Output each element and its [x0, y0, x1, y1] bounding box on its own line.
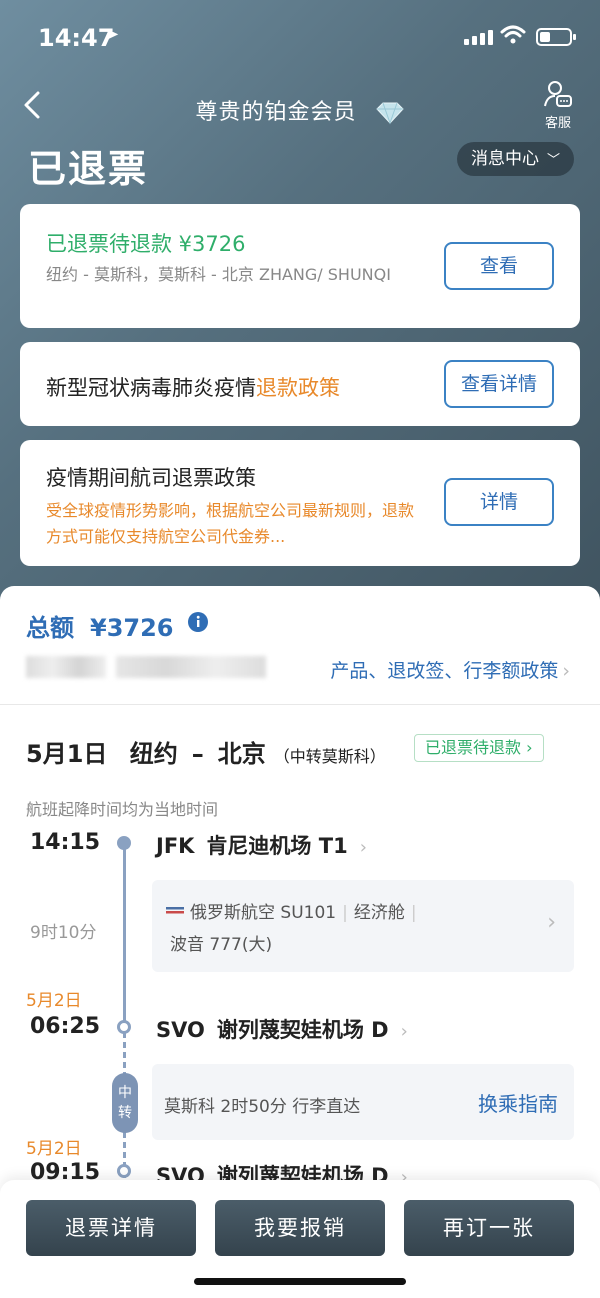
time-note: 航班起降时间均为当地时间 [26, 800, 219, 819]
wifi-icon [500, 25, 526, 44]
transfer-badge: 中转 [112, 1073, 138, 1133]
transfer-info-card: 莫斯科 2时50分 行李直达 换乘指南 [152, 1064, 574, 1140]
details-button[interactable]: 详情 [444, 478, 554, 526]
chevron-right-icon: › [547, 910, 556, 935]
divider [0, 704, 600, 705]
status-bar: 14:47 ➤ [0, 0, 600, 70]
chevron-down-icon: ﹀ [546, 153, 560, 168]
departure-time: 14:15 [30, 830, 101, 855]
page-title: 已退票 [28, 147, 149, 191]
chevron-right-icon: › [400, 1021, 408, 1042]
departure-airport[interactable]: JFK 肯尼迪机场 T1 › [156, 830, 367, 860]
view-button[interactable]: 查看 [444, 242, 554, 290]
redacted-info [116, 656, 266, 678]
covid-policy-card: 新型冠状病毒肺炎疫情退款政策 查看详情 [20, 342, 580, 426]
location-icon: ➤ [104, 24, 120, 45]
refund-status-card: 已退票待退款 ¥3726 纽约 - 莫斯科，莫斯科 - 北京 ZHANG/ SH… [20, 204, 580, 328]
transfer-info: 莫斯科 2时50分 行李直达 [164, 1097, 361, 1117]
transfer-guide-link[interactable]: 换乘指南 [478, 1088, 558, 1117]
timeline-dot [117, 1020, 131, 1034]
customer-service-label: 客服 [544, 116, 571, 131]
refund-route: 纽约 - 莫斯科，莫斯科 - 北京 ZHANG/ SHUNQI [46, 265, 391, 284]
airline-policy-title: 疫情期间航司退票政策 [46, 466, 256, 490]
diamond-icon [375, 102, 404, 125]
customer-service-button[interactable]: 客服 [538, 80, 578, 131]
status-time: 14:47 [38, 24, 115, 52]
covid-policy-title: 新型冠状病毒肺炎疫情退款政策 [46, 376, 340, 400]
status-badge[interactable]: 已退票待退款 › [414, 734, 544, 762]
chevron-right-icon: › [359, 837, 367, 858]
signal-icon [464, 30, 493, 45]
arrival-time: 06:25 [30, 1014, 101, 1039]
arrival-date: 5月2日 [26, 991, 82, 1011]
rebook-button[interactable]: 再订一张 [404, 1200, 574, 1256]
flight-duration: 9时10分 [30, 923, 97, 943]
chevron-right-icon: › [562, 660, 570, 682]
redacted-info [26, 656, 106, 678]
flight-info-card[interactable]: 俄罗斯航空 SU101 | 经济舱 | 波音 777(大) › [152, 880, 574, 972]
trip-route: 5月1日 纽约 – 北京 （中转莫斯科） [26, 740, 386, 768]
info-icon[interactable] [187, 612, 208, 632]
refund-detail-button[interactable]: 退票详情 [26, 1200, 196, 1256]
home-indicator [194, 1278, 406, 1285]
view-details-button[interactable]: 查看详情 [444, 360, 554, 408]
route-arrow-icon: – [191, 740, 204, 768]
flight-aircraft: 波音 777(大) [170, 935, 273, 955]
airline-logo-icon [166, 907, 184, 914]
battery-icon [536, 28, 576, 46]
policy-link[interactable]: 产品、退改签、行李额政策 › [330, 656, 570, 683]
timeline-dot [117, 836, 131, 850]
refund-status-title: 已退票待退款 ¥3726 [46, 232, 246, 256]
total-amount: 总额 ¥3726 [26, 608, 208, 643]
reimburse-button[interactable]: 我要报销 [215, 1200, 385, 1256]
arrival-airport[interactable]: SVO 谢列蔑契娃机场 D › [156, 1014, 408, 1044]
departure-date: 5月2日 [26, 1139, 82, 1159]
flight-airline: 俄罗斯航空 SU101 | 经济舱 | [190, 903, 417, 923]
bottom-action-bar: 退票详情 我要报销 再订一张 [0, 1180, 600, 1298]
airline-policy-card: 疫情期间航司退票政策 受全球疫情形势影响，根据航空公司最新规则，退款方式可能仅支… [20, 440, 580, 566]
timeline-dot [117, 1164, 131, 1178]
customer-service-icon [544, 81, 572, 107]
message-center-button[interactable]: 消息中心 ﹀ [456, 142, 574, 176]
membership-title: 尊贵的铂金会员 [0, 94, 600, 126]
airline-policy-desc: 受全球疫情形势影响，根据航空公司最新规则，退款方式可能仅支持航空公司代金券... [46, 501, 415, 546]
nav-bar: 尊贵的铂金会员 客服 [0, 80, 600, 140]
